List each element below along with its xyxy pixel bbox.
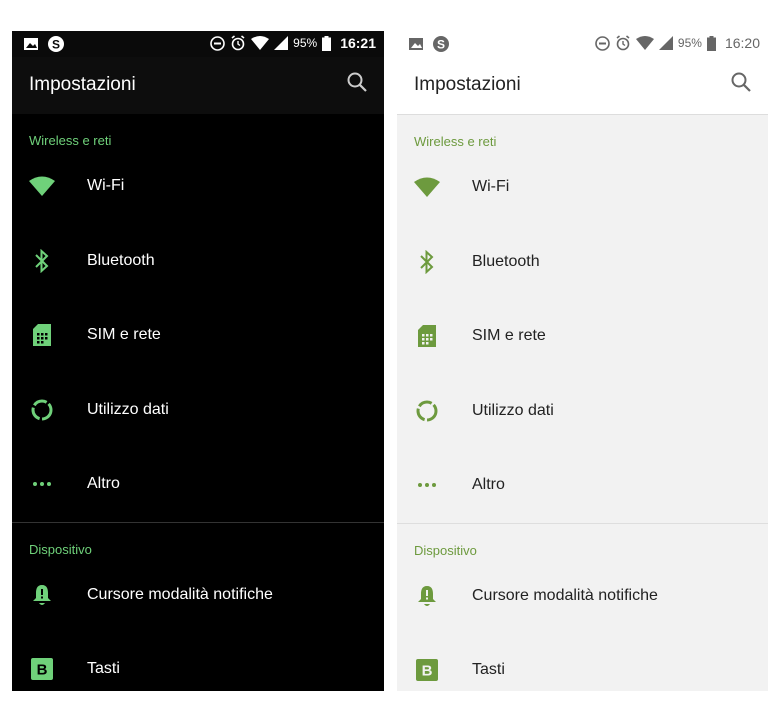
settings-item-notification-slider[interactable]: Cursore modalità notifiche xyxy=(12,558,384,633)
cell-signal-icon xyxy=(274,36,289,50)
sim-icon xyxy=(29,322,55,348)
settings-item-buttons[interactable]: B Tasti xyxy=(397,633,768,691)
notification-bell-icon xyxy=(414,583,440,609)
battery-percent: 95% xyxy=(293,36,318,50)
notification-bell-icon xyxy=(29,582,55,608)
battery-icon xyxy=(706,35,716,51)
settings-item-wifi[interactable]: Wi-Fi xyxy=(397,150,768,225)
image-icon xyxy=(24,38,38,50)
svg-text:B: B xyxy=(422,663,433,680)
bluetooth-icon xyxy=(29,248,55,274)
status-bar: S 95% 16:20 xyxy=(397,31,768,57)
alarm-icon xyxy=(616,35,630,51)
settings-item-notification-slider[interactable]: Cursore modalità notifiche xyxy=(397,559,768,634)
data-usage-icon xyxy=(414,398,440,424)
buttons-icon: B xyxy=(414,657,440,683)
settings-item-sim[interactable]: SIM e rete xyxy=(397,299,768,374)
settings-item-data-usage[interactable]: Utilizzo dati xyxy=(12,373,384,448)
bluetooth-icon xyxy=(414,249,440,275)
page-title: Impostazioni xyxy=(414,74,521,95)
clock: 16:20 xyxy=(724,35,760,51)
cell-signal-icon xyxy=(658,36,673,50)
search-icon[interactable] xyxy=(346,71,368,93)
wifi-icon xyxy=(414,174,440,200)
clock: 16:21 xyxy=(340,35,376,51)
battery-percent: 95% xyxy=(677,36,702,50)
dnd-icon xyxy=(595,35,610,51)
page-title: Impostazioni xyxy=(29,74,136,95)
settings-item-buttons[interactable]: B Tasti xyxy=(12,632,384,691)
app-bar: Impostazioni xyxy=(397,57,768,115)
skype-icon: S xyxy=(433,36,449,52)
settings-item-bluetooth[interactable]: Bluetooth xyxy=(12,224,384,299)
light-theme-screen: S 95% 16:20 Impostazioni Wireless e reti… xyxy=(397,31,768,691)
buttons-icon: B xyxy=(29,656,55,682)
settings-item-more[interactable]: Altro xyxy=(397,448,768,523)
battery-icon xyxy=(322,35,332,51)
skype-icon: S xyxy=(48,36,64,52)
svg-text:B: B xyxy=(37,662,48,679)
settings-item-sim[interactable]: SIM e rete xyxy=(12,298,384,373)
svg-text:S: S xyxy=(437,38,445,52)
more-icon xyxy=(414,472,440,498)
more-icon xyxy=(29,471,55,497)
wifi-signal-icon xyxy=(251,36,270,50)
dnd-icon xyxy=(210,35,225,51)
settings-item-wifi[interactable]: Wi-Fi xyxy=(12,149,384,224)
status-bar: S 95% 16:21 xyxy=(12,31,384,57)
search-icon[interactable] xyxy=(730,71,752,93)
wifi-signal-icon xyxy=(635,36,654,50)
alarm-icon xyxy=(231,35,245,51)
sim-icon xyxy=(414,323,440,349)
svg-text:S: S xyxy=(52,38,60,52)
wifi-icon xyxy=(29,173,55,199)
data-usage-icon xyxy=(29,397,55,423)
app-bar: Impostazioni xyxy=(12,57,384,114)
image-icon xyxy=(409,38,423,50)
dark-theme-screen: S 95% 16:21 Impostazioni Wireless e reti… xyxy=(12,31,384,691)
settings-item-bluetooth[interactable]: Bluetooth xyxy=(397,225,768,300)
settings-item-data-usage[interactable]: Utilizzo dati xyxy=(397,374,768,449)
settings-item-more[interactable]: Altro xyxy=(12,447,384,522)
